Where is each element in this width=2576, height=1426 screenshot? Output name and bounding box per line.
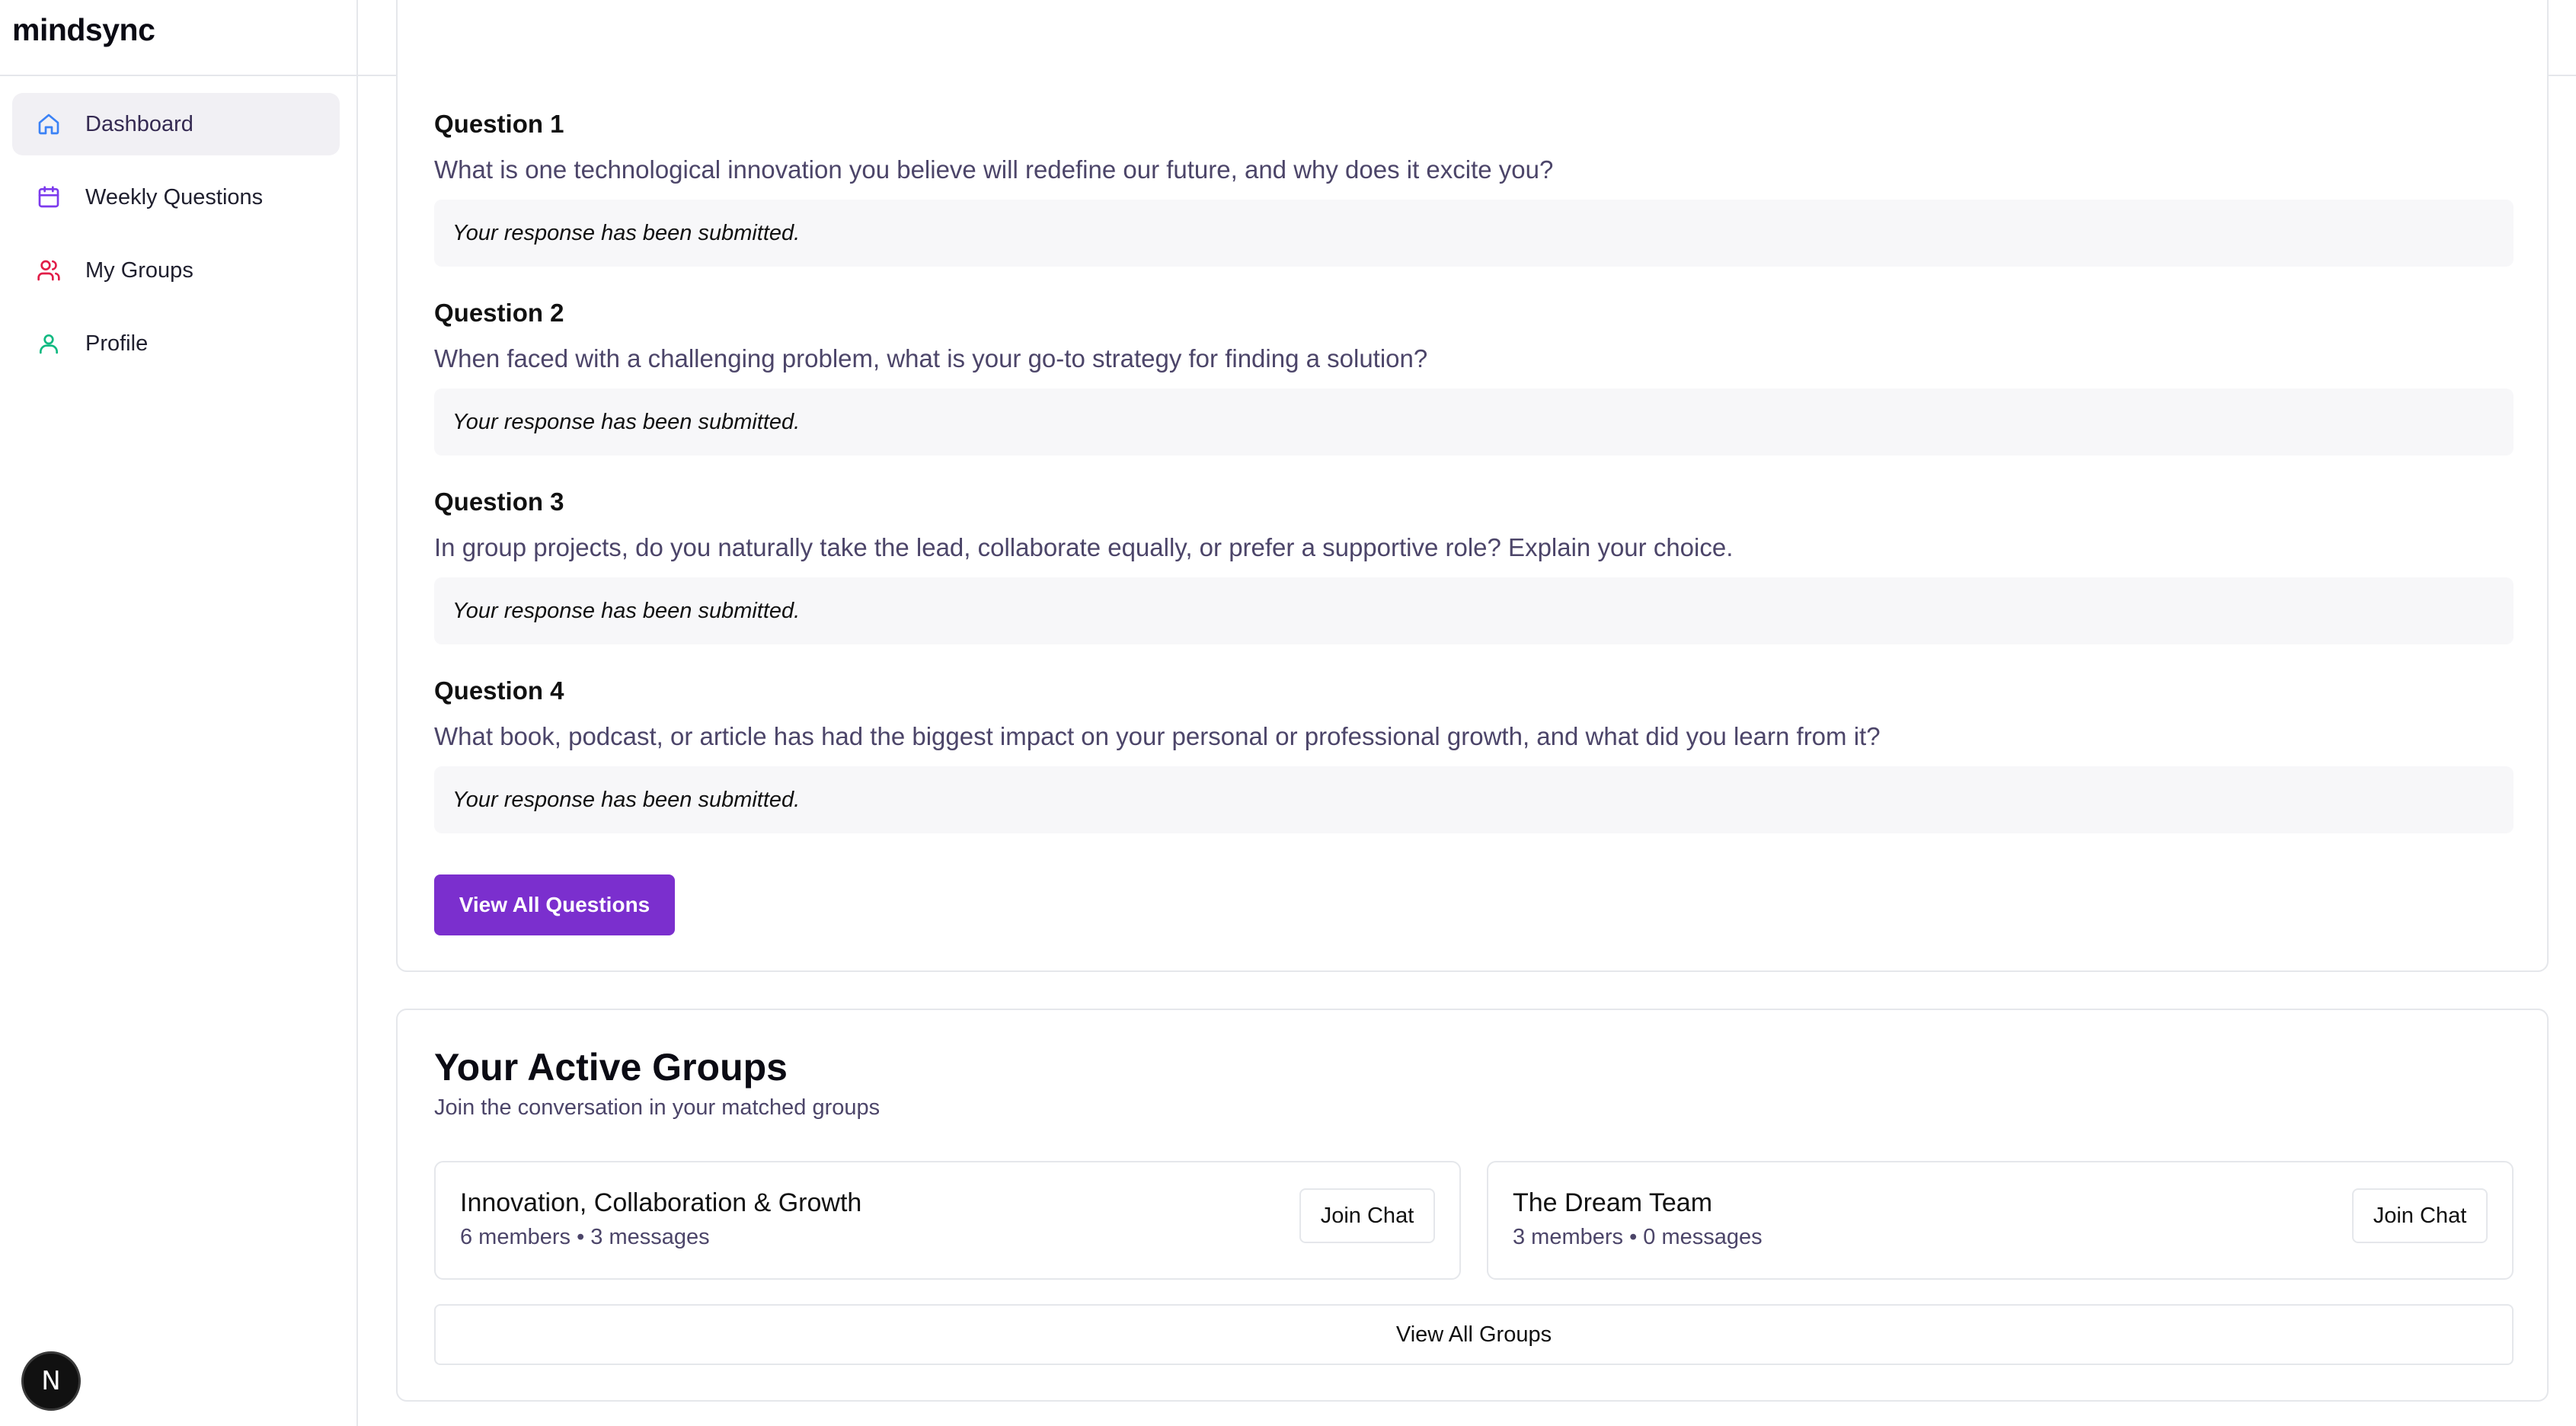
group-card: Innovation, Collaboration & Growth 6 mem… xyxy=(434,1161,1461,1280)
weekly-questions-card: Question 1 What is one technological inn… xyxy=(396,0,2549,972)
group-name: The Dream Team xyxy=(1513,1188,1713,1217)
question-title: Question 1 xyxy=(434,110,564,138)
question-item: Question 2 When faced with a challenging… xyxy=(434,299,2514,456)
question-text: In group projects, do you naturally take… xyxy=(434,533,1734,561)
question-text: What is one technological innovation you… xyxy=(434,155,1554,184)
app-logo[interactable]: mindsync xyxy=(12,12,155,48)
section-subtitle: Join the conversation in your matched gr… xyxy=(434,1095,881,1120)
question-text: When faced with a challenging problem, w… xyxy=(434,344,1428,372)
question-text: What book, podcast, or article has had t… xyxy=(434,722,1881,750)
user-icon xyxy=(37,331,61,356)
home-icon xyxy=(37,112,61,136)
sidebar-item-weekly-questions[interactable]: Weekly Questions xyxy=(12,166,340,229)
response-status: Your response has been submitted. xyxy=(434,577,2514,644)
group-name: Innovation, Collaboration & Growth xyxy=(460,1188,862,1217)
join-chat-button[interactable]: Join Chat xyxy=(1299,1188,1435,1243)
sidebar-item-profile[interactable]: Profile xyxy=(12,312,340,375)
response-status: Your response has been submitted. xyxy=(434,200,2514,267)
active-groups-card: Your Active Groups Join the conversation… xyxy=(396,1009,2549,1402)
group-meta: 3 members • 0 messages xyxy=(1513,1225,1763,1249)
view-all-questions-button[interactable]: View All Questions xyxy=(434,874,675,935)
calendar-icon xyxy=(37,185,61,209)
sidebar-nav: Dashboard Weekly Questions My Groups Pro… xyxy=(12,93,340,385)
question-title: Question 3 xyxy=(434,488,564,516)
view-all-groups-button[interactable]: View All Groups xyxy=(434,1304,2514,1365)
question-item: Question 1 What is one technological inn… xyxy=(434,110,2514,267)
response-status: Your response has been submitted. xyxy=(434,388,2514,456)
question-item: Question 3 In group projects, do you nat… xyxy=(434,488,2514,644)
sidebar-divider xyxy=(0,75,358,76)
question-title: Question 4 xyxy=(434,676,564,705)
sidebar-item-label: Dashboard xyxy=(85,111,193,136)
sidebar-item-my-groups[interactable]: My Groups xyxy=(12,239,340,302)
section-title: Your Active Groups xyxy=(434,1046,788,1089)
sidebar-item-label: My Groups xyxy=(85,257,193,283)
sidebar: mindsync Dashboard Weekly Questions My G… xyxy=(0,0,358,1426)
join-chat-button[interactable]: Join Chat xyxy=(2352,1188,2488,1243)
group-card: The Dream Team 3 members • 0 messages Jo… xyxy=(1487,1161,2514,1280)
question-title: Question 2 xyxy=(434,299,564,327)
question-item: Question 4 What book, podcast, or articl… xyxy=(434,676,2514,833)
group-meta: 6 members • 3 messages xyxy=(460,1225,710,1249)
sidebar-item-dashboard[interactable]: Dashboard xyxy=(12,93,340,155)
nextjs-badge-icon[interactable]: N xyxy=(21,1351,81,1411)
users-icon xyxy=(37,258,61,283)
response-status: Your response has been submitted. xyxy=(434,766,2514,833)
sidebar-item-label: Weekly Questions xyxy=(85,184,264,209)
sidebar-item-label: Profile xyxy=(85,331,149,356)
